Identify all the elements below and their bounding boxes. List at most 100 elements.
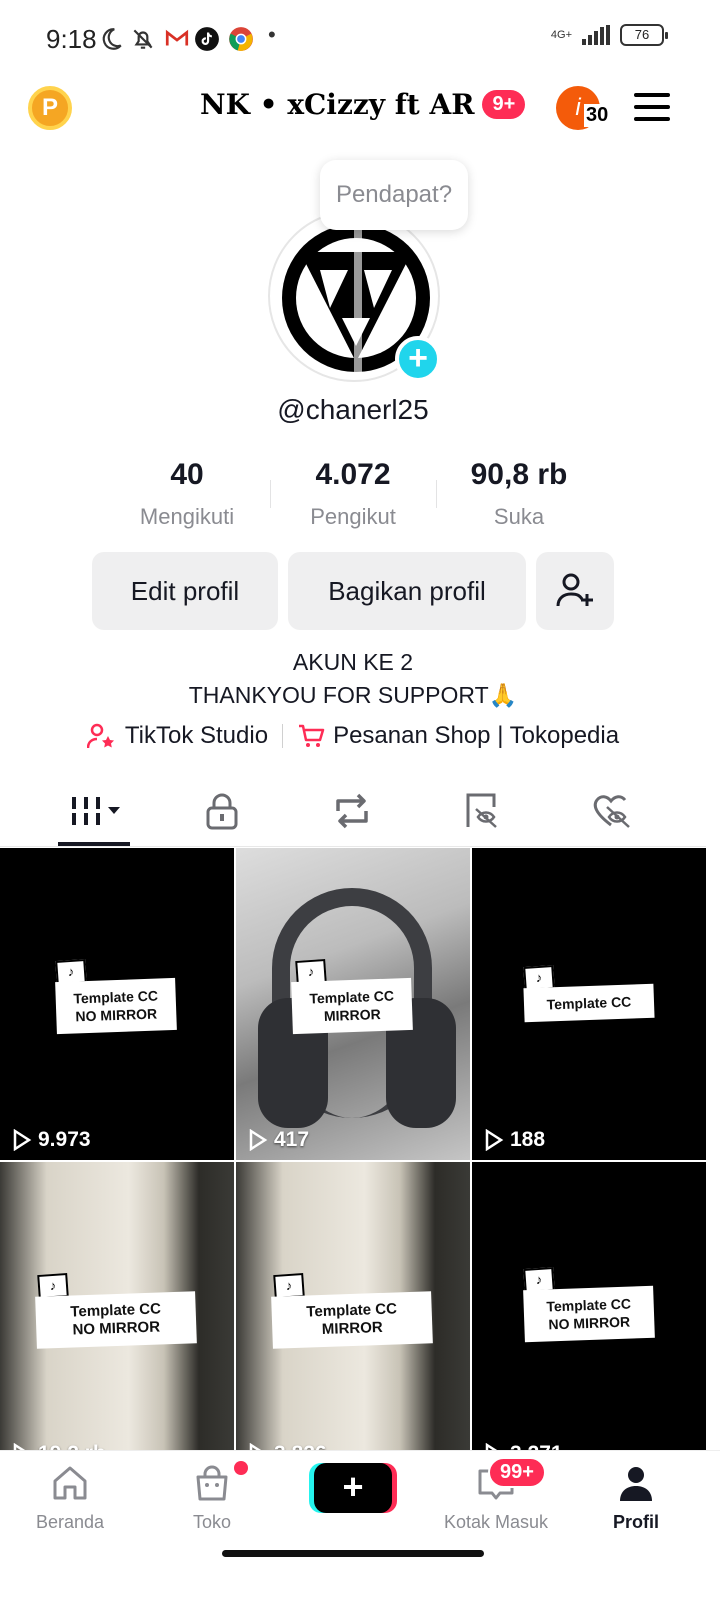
shopping-bag-icon: [196, 1465, 228, 1501]
view-count-value: 9.973: [38, 1128, 91, 1151]
shop-orders-label: Pesanan Shop | Tokopedia: [333, 722, 620, 749]
home-icon: [53, 1466, 87, 1500]
caption-line: Template CC: [546, 993, 632, 1013]
thumbnail-caption: Template CC: [523, 983, 655, 1023]
nav-label: Profil: [612, 1512, 659, 1532]
tiktok-icon: [195, 27, 219, 51]
tab-saved[interactable]: [444, 780, 520, 842]
stat-likes[interactable]: 90,8 rb Suka: [436, 458, 602, 530]
stat-value: 40: [170, 458, 204, 491]
share-profile-button[interactable]: Bagikan profil: [288, 552, 526, 630]
status-bar: 9:18 • 4G+ 76: [0, 0, 720, 72]
video-thumbnail[interactable]: ♪ Template CC MIRROR 417: [236, 848, 470, 1160]
play-icon: [249, 1129, 268, 1151]
video-grid: ♪ Template CC NO MIRROR 9.973 ♪ Template…: [0, 848, 706, 1450]
bell-off-icon: [133, 29, 153, 49]
video-thumbnail[interactable]: ♪ Template CC NO MIRROR 19,2 rb: [0, 1162, 234, 1450]
stat-label: Pengikut: [310, 504, 396, 529]
stat-following[interactable]: 40 Mengikuti: [104, 458, 270, 530]
view-count-value: 3.271: [510, 1442, 563, 1450]
video-thumbnail[interactable]: ♪ Template CC NO MIRROR 3.271: [472, 1162, 706, 1450]
status-right: 4G+ 76: [550, 24, 668, 46]
gmail-icon: [165, 29, 189, 46]
lock-icon: [206, 793, 238, 830]
stat-label: Mengikuti: [139, 504, 235, 529]
stat-value: 90,8 rb: [470, 458, 568, 491]
profile-links: TikTok Studio Pesanan Shop | Tokopedia: [0, 722, 706, 750]
view-count-value: 188: [510, 1128, 546, 1151]
bio-line: THANKYOU FOR SUPPORT🙏: [188, 682, 518, 708]
play-icon: [13, 1443, 26, 1450]
nav-label: Kotak Masuk: [443, 1512, 549, 1532]
shop-orders-link[interactable]: Pesanan Shop | Tokopedia: [297, 722, 619, 750]
tab-divider: [0, 846, 706, 847]
thumbnail-caption: Template CC NO MIRROR: [55, 977, 177, 1035]
view-count: 3.271: [484, 1442, 563, 1450]
tiktok-studio-link[interactable]: TikTok Studio: [86, 722, 269, 750]
bio-line: AKUN KE 2: [292, 649, 414, 675]
thumbnail-caption: Template CC MIRROR: [291, 977, 413, 1035]
link-divider: [282, 724, 284, 748]
stat-label: Suka: [493, 504, 545, 529]
nav-profile[interactable]: Profil: [576, 1463, 696, 1533]
feedback-bubble[interactable]: Pendapat?: [320, 160, 468, 230]
bottom-nav: Beranda Toko + Kotak Masuk 99+ Profil: [0, 1450, 720, 1600]
play-icon: [249, 1443, 262, 1450]
view-count: 9.973: [12, 1128, 91, 1152]
moon-icon: [102, 28, 122, 50]
nav-shop[interactable]: Toko: [152, 1463, 272, 1533]
nav-label: Beranda: [35, 1512, 105, 1532]
thumbnail-caption: Template CC NO MIRROR: [35, 1291, 197, 1349]
view-count-value: 19,2 rb: [38, 1442, 106, 1450]
tab-reposts[interactable]: [314, 780, 390, 842]
edit-profile-button[interactable]: Edit profil: [92, 552, 278, 630]
create-button[interactable]: +: [314, 1463, 392, 1513]
nav-label: Toko: [192, 1512, 232, 1532]
play-icon: [485, 1443, 498, 1450]
video-thumbnail[interactable]: ♪ Template CC 188: [472, 848, 706, 1160]
play-icon: [485, 1129, 504, 1151]
account-switcher[interactable]: NK • xCizzy ft AR 9+: [200, 88, 526, 121]
shop-notification-dot: [234, 1461, 248, 1475]
thumbnail-caption: Template CC MIRROR: [271, 1291, 433, 1349]
tab-private[interactable]: [184, 780, 260, 842]
tab-liked[interactable]: [574, 780, 650, 842]
add-friend-button[interactable]: [536, 552, 614, 630]
caption-line: MIRROR: [323, 1006, 381, 1024]
play-icon: [13, 1129, 32, 1151]
add-user-icon: [556, 573, 593, 607]
tab-videos[interactable]: [58, 780, 134, 842]
account-badge: 9+: [482, 90, 526, 119]
inbox-badge: 99+: [488, 1457, 546, 1488]
content-tabs: [0, 780, 706, 846]
view-count-value: 417: [274, 1128, 310, 1151]
video-thumbnail[interactable]: ♪ Template CC MIRROR 3.826: [236, 1162, 470, 1450]
status-time: 9:18: [46, 24, 97, 54]
bookmark-hidden-icon: [466, 793, 497, 828]
account-title: NK • xCizzy ft AR: [200, 88, 475, 121]
home-indicator: [222, 1550, 484, 1557]
caption-line: Template CC: [309, 987, 395, 1007]
video-thumbnail[interactable]: ♪ Template CC NO MIRROR 9.973: [0, 848, 234, 1160]
repost-icon: [336, 793, 368, 829]
add-photo-button[interactable]: +: [395, 336, 441, 382]
notification-count: 30: [584, 104, 611, 127]
caption-line: NO MIRROR: [72, 1318, 161, 1339]
battery-icon: 76: [620, 24, 668, 46]
stat-followers[interactable]: 4.072 Pengikut: [270, 458, 436, 530]
profile-icon: [620, 1467, 652, 1501]
coin-icon[interactable]: P: [28, 86, 72, 130]
nav-home[interactable]: Beranda: [10, 1463, 130, 1533]
chrome-icon: [229, 27, 253, 51]
view-count: 188: [484, 1128, 545, 1152]
hamburger-menu-icon[interactable]: [634, 93, 670, 121]
thumbnail-caption: Template CC NO MIRROR: [523, 1285, 655, 1343]
network-type: 4G+: [550, 28, 572, 41]
view-count: 417: [248, 1128, 309, 1152]
tiktok-studio-label: TikTok Studio: [124, 722, 269, 749]
username: @chanerl25: [277, 394, 429, 425]
more-dot-icon: •: [268, 22, 276, 47]
signal-icon: [582, 25, 610, 45]
cart-icon: [299, 724, 325, 747]
view-count: 19,2 rb: [12, 1442, 106, 1450]
